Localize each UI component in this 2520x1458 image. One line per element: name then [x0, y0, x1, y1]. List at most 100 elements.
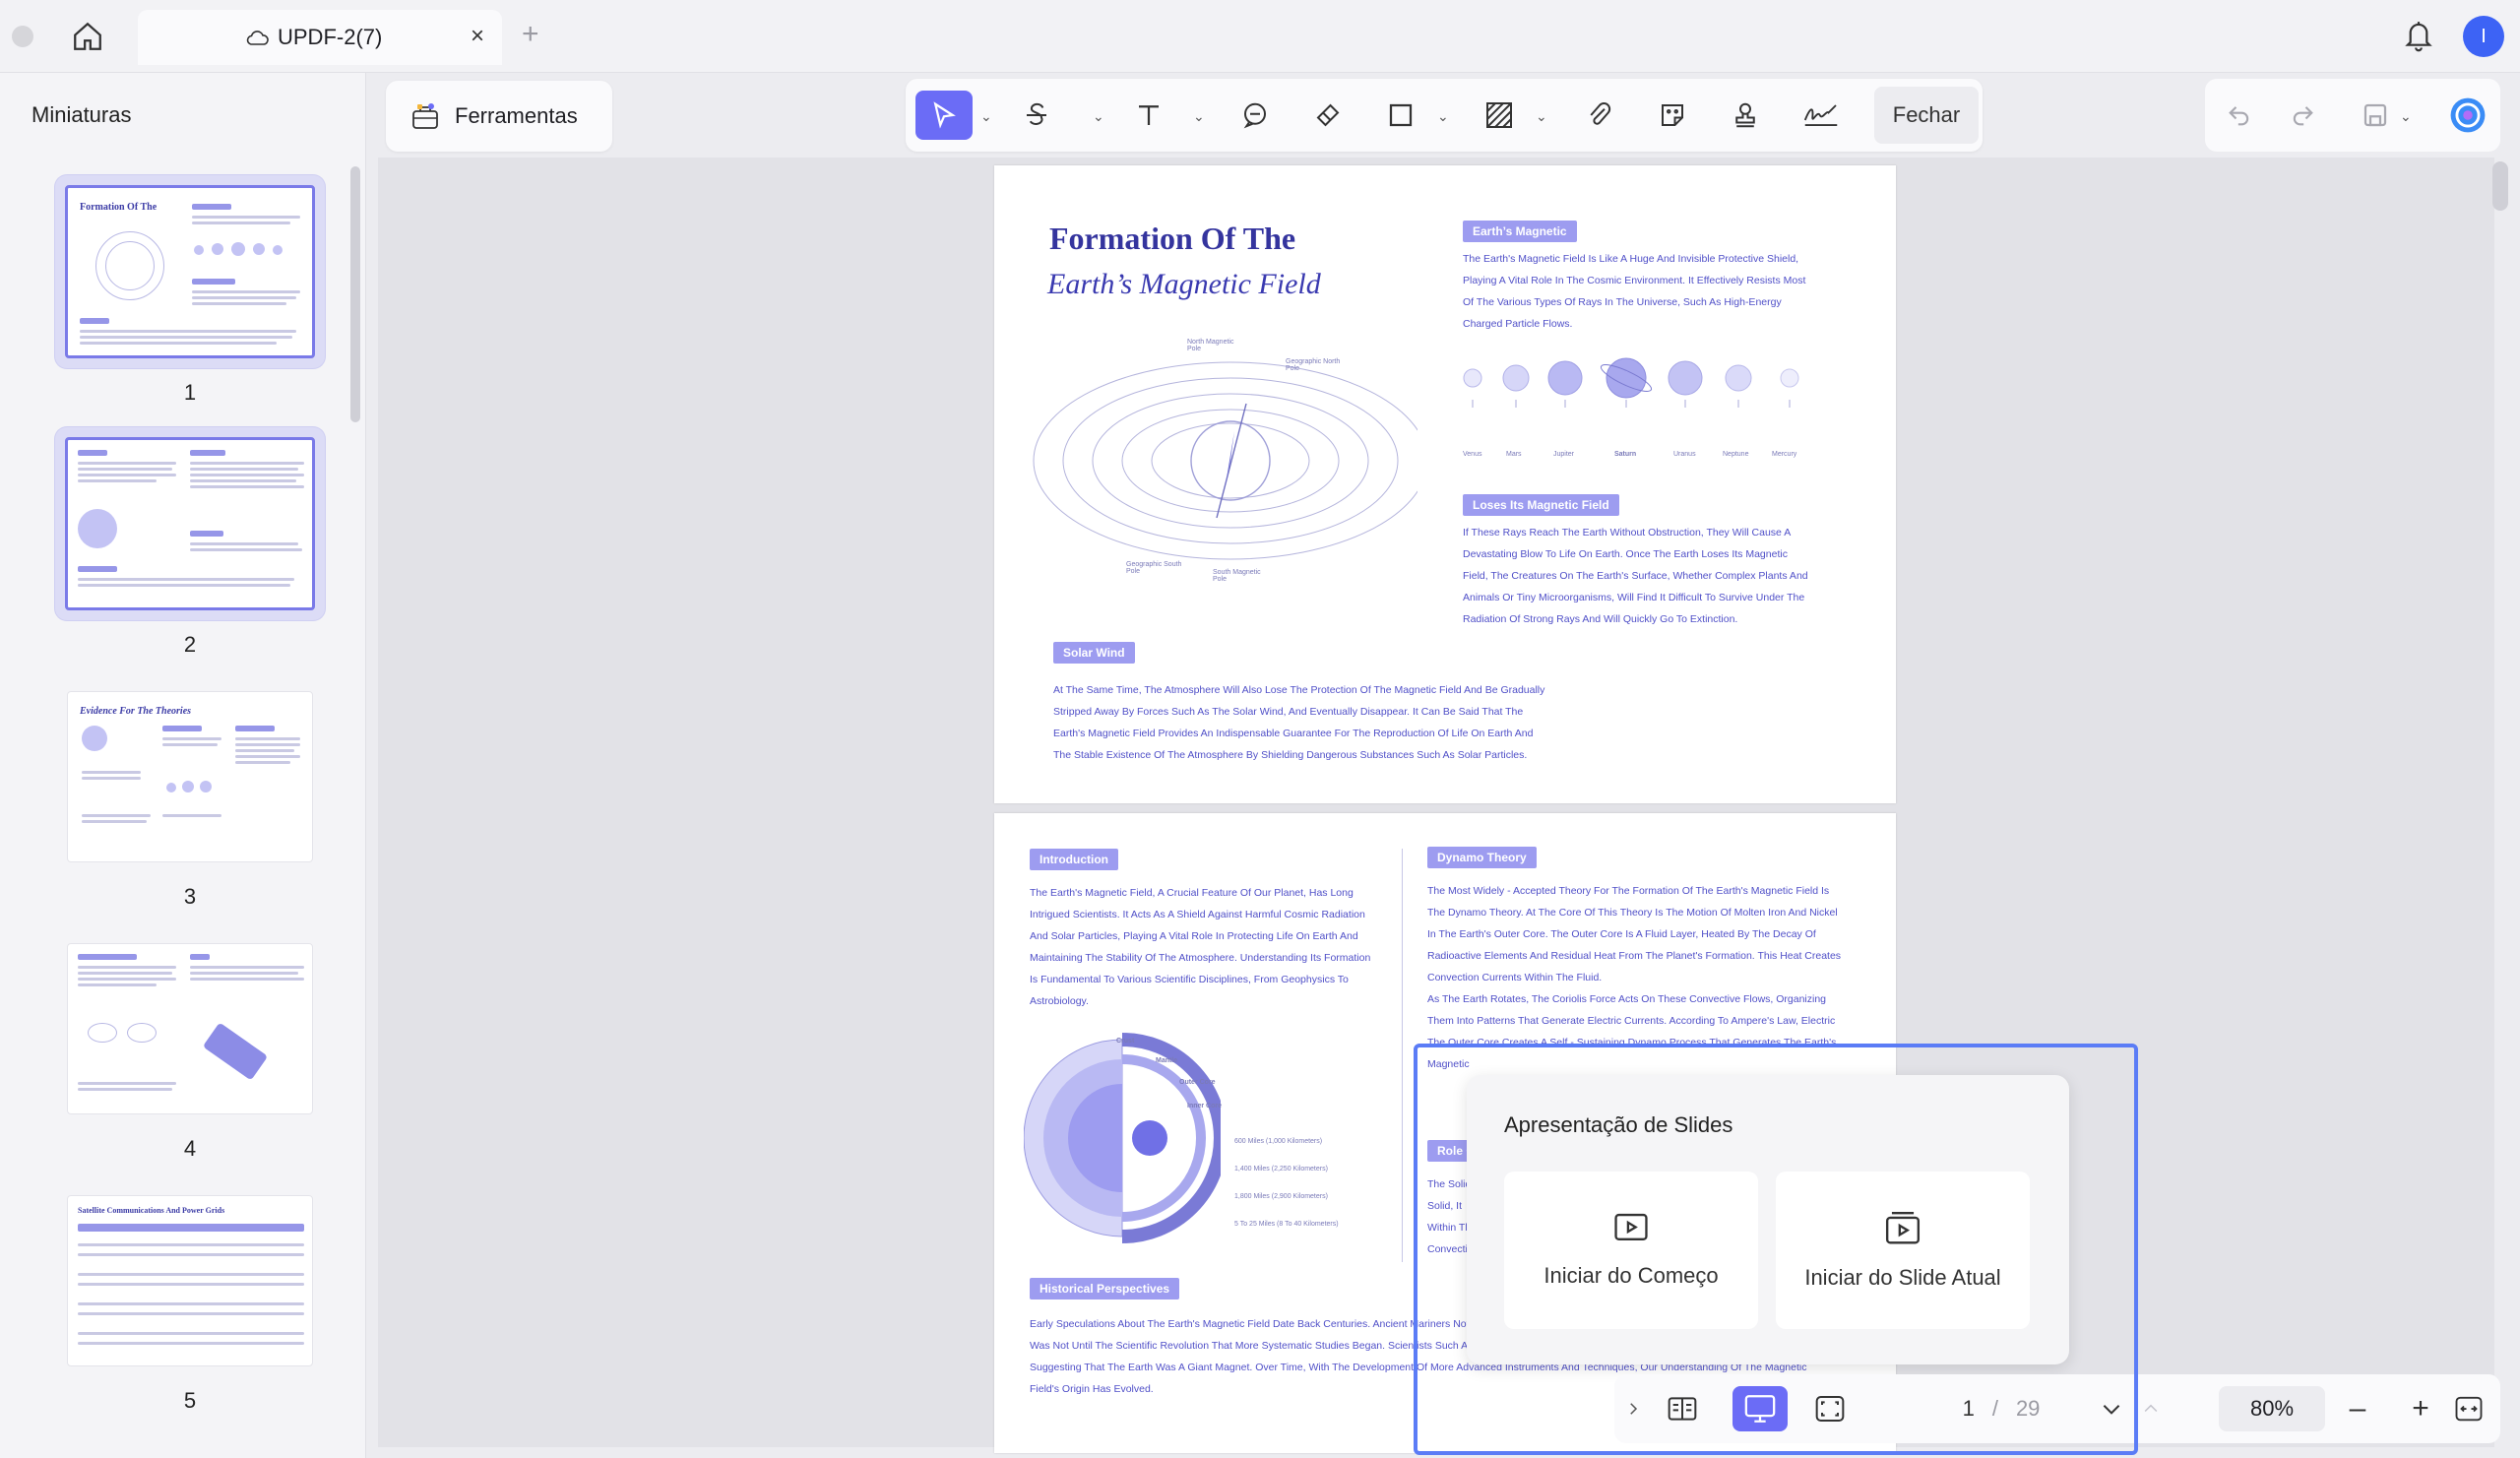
stamp-tool[interactable]: [1721, 91, 1770, 140]
chevron-down-icon[interactable]: ⌄: [980, 108, 992, 125]
sidebar-scrollbar[interactable]: [350, 166, 360, 422]
fullscreen-button[interactable]: [1807, 1386, 1853, 1431]
close-tools-button[interactable]: Fechar: [1874, 87, 1979, 144]
option-label: Iniciar do Começo: [1544, 1263, 1719, 1288]
select-tool[interactable]: [915, 91, 973, 140]
planet-label: Mars: [1506, 451, 1522, 458]
sidebar-title: Miniaturas: [32, 102, 132, 127]
previous-page-button[interactable]: [2136, 1386, 2166, 1431]
section-tag: Historical Perspectives: [1030, 1278, 1180, 1300]
undo-icon: [2229, 106, 2249, 126]
thumbnail-page-2[interactable]: [55, 427, 325, 620]
redo-button[interactable]: [2280, 93, 2325, 138]
thumbnail-image: Satellite Communications And Power Grids: [67, 1195, 313, 1366]
home-button[interactable]: [65, 16, 110, 57]
eraser-tool[interactable]: [1303, 91, 1353, 140]
thumbnail-number: 1: [183, 380, 197, 405]
annotation-toolbar: ⌄ ⌄ ⌄ ⌄ ⌄ Fechar: [906, 79, 1983, 152]
planet-label: Venus: [1463, 451, 1482, 458]
thumbnail-page-4[interactable]: [55, 931, 325, 1124]
slideshow-icon: [1744, 1395, 1776, 1423]
save-button[interactable]: [2353, 93, 2398, 138]
page-subtitle: Earth’s Magnetic Field: [1047, 268, 1321, 300]
bell-icon: [2405, 22, 2432, 52]
text-icon: [1139, 105, 1159, 125]
zoom-level[interactable]: 80%: [2219, 1386, 2325, 1431]
title-bar: UPDF-2(7) × + I: [0, 0, 2520, 73]
area-tool[interactable]: [1475, 91, 1524, 140]
chevron-down-icon[interactable]: ⌄: [1193, 108, 1205, 125]
stamp-icon: [1735, 102, 1755, 128]
total-pages: 29: [2015, 1396, 2041, 1421]
new-tab-button[interactable]: +: [522, 18, 539, 51]
paragraph: The Most Widely - Accepted Theory For Th…: [1427, 885, 1842, 1070]
core-label: Outer Core: [1179, 1079, 1216, 1086]
chevron-down-icon[interactable]: ⌄: [1536, 108, 1547, 125]
thumbnail-number: 2: [183, 632, 197, 657]
start-from-beginning-button[interactable]: Iniciar do Começo: [1504, 1172, 1758, 1329]
thumbnail-page-1[interactable]: Formation Of The: [55, 175, 325, 368]
attachment-tool[interactable]: [1575, 91, 1624, 140]
strikethrough-icon: [1027, 102, 1046, 125]
slideshow-popup: Apresentação de Slides Iniciar do Começo…: [1467, 1075, 2069, 1364]
zoom-in-button[interactable]: +: [2398, 1386, 2443, 1431]
chevron-down-icon[interactable]: ⌄: [1093, 108, 1104, 125]
rectangle-tool[interactable]: [1376, 91, 1425, 140]
paragraph: The Earth's Magnetic Field Is Like A Hug…: [1463, 253, 1806, 330]
viewer-scrollbar[interactable]: [2492, 161, 2508, 211]
signature-tool[interactable]: [1792, 91, 1851, 140]
tab-title: UPDF-2(7): [278, 25, 383, 49]
toolbox-icon: [412, 103, 438, 129]
thumbnail-title: Satellite Communications And Power Grids: [78, 1206, 225, 1215]
expand-button[interactable]: [1616, 1386, 1650, 1431]
planet-label: Saturn: [1614, 451, 1637, 458]
notifications-button[interactable]: [2402, 18, 2435, 58]
chevron-right-icon: [1630, 1403, 1638, 1415]
paragraph: The Earth's Magnetic Field, A Crucial Fe…: [1030, 887, 1371, 1007]
core-label: Mantle: [1156, 1057, 1178, 1064]
right-toolbar: ⌄: [2205, 79, 2500, 152]
thumbnails-sidebar: Miniaturas Formation Of The 1 2 Evidence…: [0, 73, 366, 1458]
document-tab[interactable]: UPDF-2(7) ×: [138, 10, 502, 65]
play-current-icon: [1885, 1211, 1921, 1244]
ai-assistant-button[interactable]: [2445, 93, 2490, 138]
close-tab-button[interactable]: ×: [463, 22, 492, 51]
signature-icon: [1803, 104, 1838, 126]
next-page-button[interactable]: [2089, 1386, 2134, 1431]
thumbnail-page-5[interactable]: Satellite Communications And Power Grids: [55, 1183, 325, 1376]
document-viewer[interactable]: Formation Of The Earth’s Magnetic Field …: [378, 158, 2494, 1453]
strikethrough-tool[interactable]: [1012, 91, 1061, 140]
window-control-dot[interactable]: [12, 26, 33, 47]
planet-label: Jupiter: [1553, 451, 1575, 458]
ai-assistant-icon: [2450, 97, 2486, 133]
planet-label: Uranus: [1673, 451, 1696, 458]
home-icon: [74, 22, 101, 50]
avatar[interactable]: I: [2463, 16, 2504, 57]
page-indicator[interactable]: 1 / 29: [1920, 1390, 2083, 1427]
current-page[interactable]: 1: [1963, 1396, 1975, 1422]
tools-button[interactable]: Ferramentas: [386, 81, 612, 152]
tools-label: Ferramentas: [455, 103, 578, 128]
chevron-down-icon[interactable]: ⌄: [2400, 108, 2412, 125]
chevron-down-icon: [2103, 1405, 2120, 1415]
distance-label: 1,800 Miles (2,900 Kilometers): [1234, 1193, 1328, 1200]
section-tag: Dynamo Theory: [1427, 847, 1537, 868]
page-title: Formation Of The: [1049, 221, 1296, 256]
sticker-tool[interactable]: [1648, 91, 1697, 140]
text-tool[interactable]: [1124, 91, 1173, 140]
undo-button[interactable]: [2217, 93, 2262, 138]
comment-tool[interactable]: [1230, 91, 1280, 140]
slideshow-button[interactable]: [1732, 1386, 1788, 1431]
page-separator: /: [1991, 1396, 1998, 1421]
chevron-down-icon[interactable]: ⌄: [1437, 108, 1449, 125]
thumbnail-title: Formation Of The: [80, 202, 158, 213]
reading-mode-button[interactable]: [1660, 1386, 1705, 1431]
thumbnail-image: [67, 943, 313, 1114]
zoom-out-button[interactable]: –: [2335, 1386, 2380, 1431]
fit-width-button[interactable]: [2449, 1386, 2488, 1431]
distance-label: 5 To 25 Miles (8 To 40 Kilometers): [1234, 1221, 1339, 1228]
thumbnail-title: Evidence For The Theories: [80, 706, 192, 717]
fullscreen-icon: [1815, 1396, 1845, 1422]
thumbnail-page-3[interactable]: Evidence For The Theories: [55, 679, 325, 872]
start-from-current-slide-button[interactable]: Iniciar do Slide Atual: [1776, 1172, 2030, 1329]
